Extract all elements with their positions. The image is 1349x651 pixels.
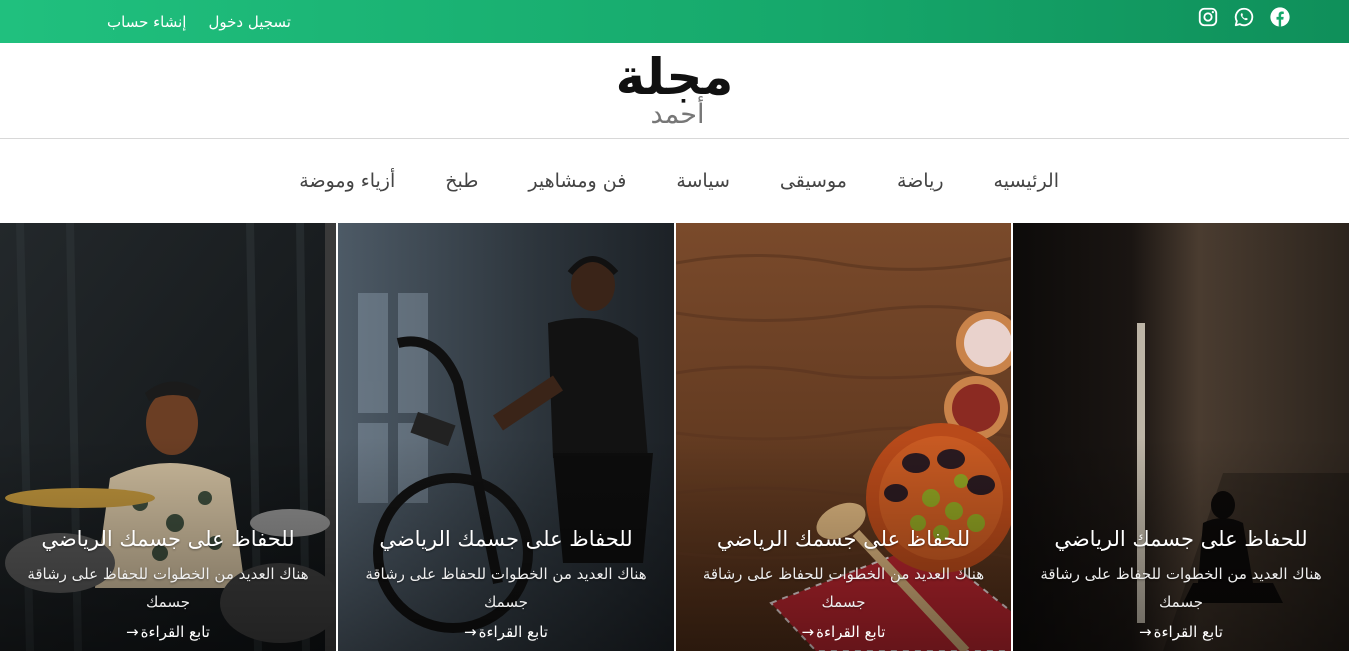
arrow-right-icon: → [126, 623, 139, 641]
article-card[interactable]: للحفاظ على جسمك الرياضي هناك العديد من ا… [336, 223, 674, 651]
nav-item-music[interactable]: موسيقى [780, 170, 847, 192]
facebook-icon[interactable] [1269, 6, 1291, 28]
card-description: هناك العديد من الخطوات للحفاظ على رشاقة … [1040, 565, 1322, 611]
article-card[interactable]: للحفاظ على جسمك الرياضي هناك العديد من ا… [0, 223, 336, 651]
read-more-link[interactable]: تابع القراءة→ [676, 621, 1011, 643]
nav-item-art-celebrities[interactable]: فن ومشاهير [528, 170, 626, 192]
register-link[interactable]: إنشاء حساب [107, 13, 186, 31]
auth-links: تسجيل دخول إنشاء حساب [107, 0, 291, 43]
site-logo-title[interactable]: مجلة [0, 49, 1349, 105]
card-title[interactable]: للحفاظ على جسمك الرياضي [1013, 525, 1349, 553]
arrow-right-icon: → [801, 623, 815, 641]
login-link[interactable]: تسجيل دخول [208, 13, 291, 31]
nav-item-fashion[interactable]: أزياء وموضة [299, 170, 395, 192]
article-card[interactable]: للحفاظ على جسمك الرياضي هناك العديد من ا… [1011, 223, 1349, 651]
main-nav: الرئيسيه رياضة موسيقى سياسة فن ومشاهير ط… [0, 139, 1349, 223]
arrow-right-icon: → [1139, 623, 1152, 641]
card-title[interactable]: للحفاظ على جسمك الرياضي [338, 525, 674, 553]
card-title[interactable]: للحفاظ على جسمك الرياضي [0, 525, 336, 553]
logo-area: مجلة أحمد [0, 43, 1349, 139]
instagram-icon[interactable] [1197, 6, 1219, 28]
article-card[interactable]: للحفاظ على جسمك الرياضي هناك العديد من ا… [674, 223, 1011, 651]
card-description: هناك العديد من الخطوات للحفاظ على رشاقة … [702, 565, 985, 611]
nav-item-cooking[interactable]: طبخ [445, 170, 478, 192]
card-description: هناك العديد من الخطوات للحفاظ على رشاقة … [27, 565, 309, 611]
nav-item-politics[interactable]: سياسة [676, 170, 730, 192]
nav-item-home[interactable]: الرئيسيه [994, 170, 1059, 192]
read-more-link[interactable]: تابع القراءة→ [338, 621, 674, 643]
card-title[interactable]: للحفاظ على جسمك الرياضي [676, 525, 1011, 553]
read-more-link[interactable]: تابع القراءة→ [0, 621, 336, 643]
nav-item-sports[interactable]: رياضة [897, 170, 944, 192]
arrow-right-icon: → [464, 623, 477, 641]
card-description: هناك العديد من الخطوات للحفاظ على رشاقة … [365, 565, 647, 611]
social-links [1197, 6, 1291, 28]
site-logo-subtitle: أحمد [650, 99, 705, 130]
top-bar: تسجيل دخول إنشاء حساب [0, 0, 1349, 43]
featured-cards: للحفاظ على جسمك الرياضي هناك العديد من ا… [0, 223, 1349, 651]
read-more-link[interactable]: تابع القراءة→ [1013, 621, 1349, 643]
whatsapp-icon[interactable] [1233, 6, 1255, 28]
